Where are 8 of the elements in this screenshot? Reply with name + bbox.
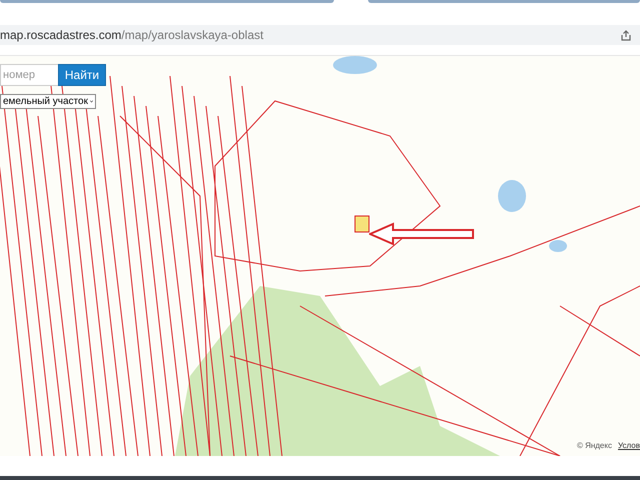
terms-link[interactable]: Услов [618, 441, 640, 450]
search-button[interactable]: Найти [58, 64, 106, 86]
map-view[interactable]: номер Найти емельный участок © Яндекс Услов [0, 56, 640, 456]
object-type-select[interactable]: емельный участок [0, 94, 96, 109]
share-icon[interactable] [620, 29, 632, 41]
search-field[interactable]: номер [0, 64, 58, 86]
copyright-text: © Яндекс [576, 441, 612, 450]
arrow-annotation-icon [369, 222, 475, 246]
